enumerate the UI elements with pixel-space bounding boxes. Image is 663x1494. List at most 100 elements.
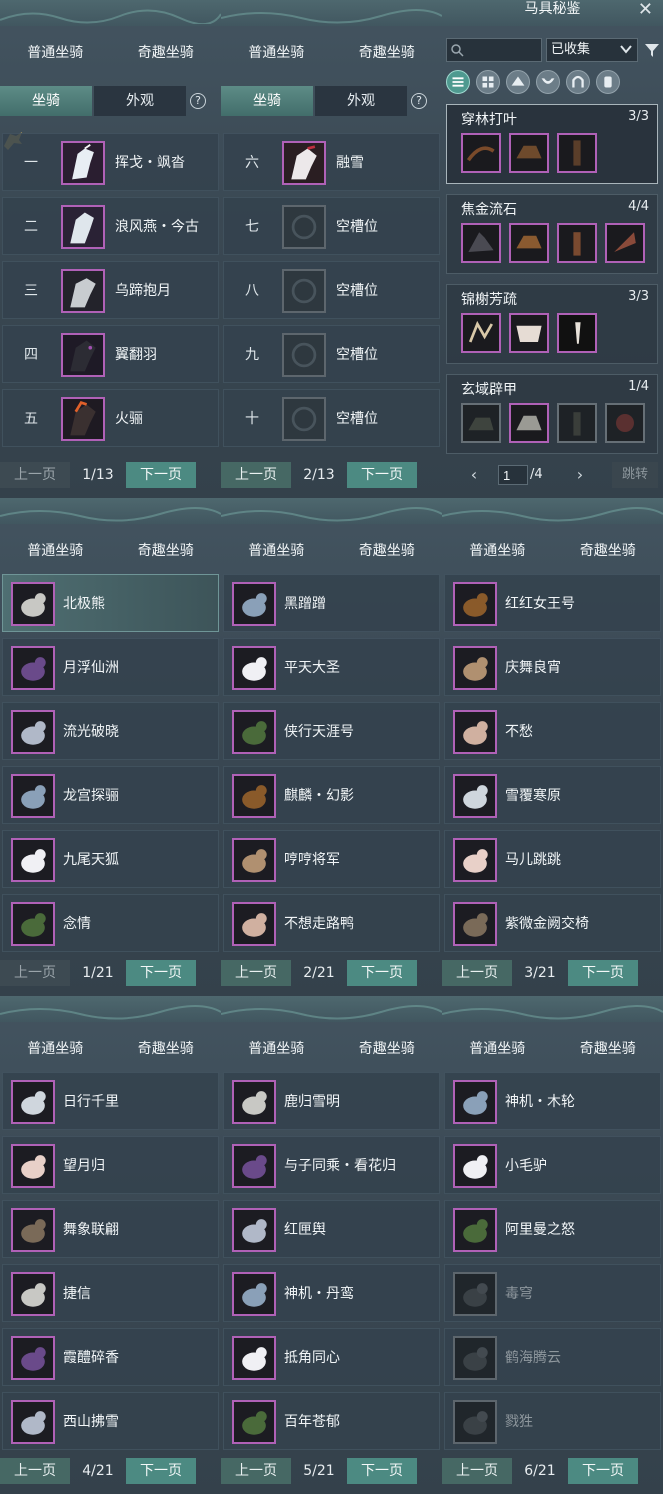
gear-set-card[interactable]: 锦榭芳疏 3/3 xyxy=(446,284,658,364)
tab-normal-mount[interactable]: 普通坐骑 xyxy=(221,1034,332,1064)
gear-item-icon[interactable] xyxy=(557,223,597,263)
mount-list-item[interactable]: 神机・木轮 xyxy=(444,1072,661,1130)
mount-list-item[interactable]: 平天大圣 xyxy=(223,638,440,696)
mount-list-item[interactable]: 九尾天狐 xyxy=(2,830,219,888)
mount-slot-row[interactable]: 四 翼翻羽 xyxy=(2,325,219,383)
prev-page-button[interactable]: 上一页 xyxy=(0,462,70,488)
mount-list-item[interactable]: 红匣舆 xyxy=(223,1200,440,1258)
gear-item-icon[interactable] xyxy=(605,403,645,443)
mount-list-item[interactable]: 红红女王号 xyxy=(444,574,661,632)
mount-list-item[interactable]: 月浮仙洲 xyxy=(2,638,219,696)
mount-list-item[interactable]: 阿里曼之怒 xyxy=(444,1200,661,1258)
mount-slot-row[interactable]: 六 融雪 xyxy=(223,133,440,191)
mount-list-item[interactable]: 北极熊 xyxy=(2,574,219,632)
tab-appearance[interactable]: 外观 xyxy=(94,86,186,116)
gear-item-icon[interactable] xyxy=(461,403,501,443)
gear-item-icon[interactable] xyxy=(461,313,501,353)
page-number-input[interactable] xyxy=(498,465,528,485)
tab-odd-mount[interactable]: 奇趣坐骑 xyxy=(332,536,443,566)
mount-list-item[interactable]: 黑蹭蹭 xyxy=(223,574,440,632)
search-input[interactable] xyxy=(467,41,539,59)
tab-normal-mount[interactable]: 普通坐骑 xyxy=(221,38,332,68)
mount-list-item[interactable]: 望月归 xyxy=(2,1136,219,1194)
gear-set-card[interactable]: 穿林打叶 3/3 xyxy=(446,104,658,184)
mount-list-item[interactable]: 哼哼将军 xyxy=(223,830,440,888)
tab-odd-mount[interactable]: 奇趣坐骑 xyxy=(332,38,443,68)
gear-item-icon[interactable] xyxy=(461,133,501,173)
mount-list-item[interactable]: 紫微金阙交椅 xyxy=(444,894,661,952)
gear-item-icon[interactable] xyxy=(509,223,549,263)
mount-slot-row[interactable]: 八 空槽位 xyxy=(223,261,440,319)
gear-item-icon[interactable] xyxy=(509,403,549,443)
tab-appearance[interactable]: 外观 xyxy=(315,86,407,116)
tab-normal-mount[interactable]: 普通坐骑 xyxy=(221,536,332,566)
prev-page-button[interactable]: 上一页 xyxy=(221,960,291,986)
mount-slot-row[interactable]: 二 浪风燕・今古 xyxy=(2,197,219,255)
tab-odd-mount[interactable]: 奇趣坐骑 xyxy=(553,536,663,566)
mount-list-item[interactable]: 鹤海腾云 xyxy=(444,1328,661,1386)
prev-page-button[interactable]: 上一页 xyxy=(0,1458,70,1484)
tab-normal-mount[interactable]: 普通坐骑 xyxy=(442,1034,553,1064)
mount-slot-row[interactable]: 三 乌蹄抱月 xyxy=(2,261,219,319)
mount-slot-row[interactable]: 七 空槽位 xyxy=(223,197,440,255)
category-all-icon[interactable] xyxy=(446,70,470,94)
next-page-button[interactable]: 下一页 xyxy=(347,1458,417,1484)
tab-odd-mount[interactable]: 奇趣坐骑 xyxy=(332,1034,443,1064)
gear-item-icon[interactable] xyxy=(605,223,645,263)
mount-list-item[interactable]: 戮狌 xyxy=(444,1392,661,1450)
search-box[interactable] xyxy=(446,38,542,62)
category-grid-icon[interactable] xyxy=(476,70,500,94)
mount-list-item[interactable]: 与子同乘・看花归 xyxy=(223,1136,440,1194)
tab-normal-mount[interactable]: 普通坐骑 xyxy=(442,536,553,566)
tab-odd-mount[interactable]: 奇趣坐骑 xyxy=(553,1034,663,1064)
gear-item-icon[interactable] xyxy=(557,313,597,353)
prev-page-button[interactable]: 上一页 xyxy=(221,462,291,488)
mount-list-item[interactable]: 不想走路鸭 xyxy=(223,894,440,952)
prev-page-button[interactable]: 上一页 xyxy=(442,1458,512,1484)
gear-item-icon[interactable] xyxy=(509,133,549,173)
tab-mount[interactable]: 坐骑 xyxy=(0,86,92,116)
mount-list-item[interactable]: 神机・丹鸾 xyxy=(223,1264,440,1322)
mount-list-item[interactable]: 雪覆寒原 xyxy=(444,766,661,824)
mount-list-item[interactable]: 抵角同心 xyxy=(223,1328,440,1386)
next-page-button[interactable]: 下一页 xyxy=(568,960,638,986)
mount-list-item[interactable]: 捷信 xyxy=(2,1264,219,1322)
next-page-button[interactable]: 下一页 xyxy=(568,1458,638,1484)
mount-slot-row[interactable]: 十 空槽位 xyxy=(223,389,440,447)
mount-list-item[interactable]: 侠行天涯号 xyxy=(223,702,440,760)
collection-filter-select[interactable]: 已收集 xyxy=(546,38,638,62)
category-stirrup-icon[interactable] xyxy=(566,70,590,94)
mount-list-item[interactable]: 麒麟・幻影 xyxy=(223,766,440,824)
filter-icon[interactable] xyxy=(644,42,660,58)
category-saddle-icon[interactable] xyxy=(536,70,560,94)
tab-normal-mount[interactable]: 普通坐骑 xyxy=(0,1034,111,1064)
category-head-gear-icon[interactable] xyxy=(506,70,530,94)
tab-odd-mount[interactable]: 奇趣坐骑 xyxy=(111,38,222,68)
gear-set-card[interactable]: 玄域辟甲 1/4 xyxy=(446,374,658,454)
mount-list-item[interactable]: 舞象联翩 xyxy=(2,1200,219,1258)
mount-list-item[interactable]: 霞醴碎香 xyxy=(2,1328,219,1386)
gear-item-icon[interactable] xyxy=(509,313,549,353)
gear-item-icon[interactable] xyxy=(557,133,597,173)
prev-page-arrow[interactable]: ‹ xyxy=(464,462,484,488)
mount-list-item[interactable]: 不愁 xyxy=(444,702,661,760)
mount-list-item[interactable]: 马儿跳跳 xyxy=(444,830,661,888)
prev-page-button[interactable]: 上一页 xyxy=(0,960,70,986)
prev-page-button[interactable]: 上一页 xyxy=(442,960,512,986)
mount-list-item[interactable]: 鹿归雪明 xyxy=(223,1072,440,1130)
close-icon[interactable]: ✕ xyxy=(638,0,653,20)
tab-odd-mount[interactable]: 奇趣坐骑 xyxy=(111,536,222,566)
next-page-button[interactable]: 下一页 xyxy=(126,1458,196,1484)
gear-item-icon[interactable] xyxy=(557,403,597,443)
mount-list-item[interactable]: 毒穹 xyxy=(444,1264,661,1322)
jump-button[interactable]: 跳转 xyxy=(612,462,658,488)
prev-page-button[interactable]: 上一页 xyxy=(221,1458,291,1484)
help-icon[interactable]: ? xyxy=(190,93,206,109)
next-page-arrow[interactable]: › xyxy=(570,462,590,488)
mount-list-item[interactable]: 龙宫探骊 xyxy=(2,766,219,824)
gear-item-icon[interactable] xyxy=(461,223,501,263)
tab-normal-mount[interactable]: 普通坐骑 xyxy=(0,38,111,68)
mount-slot-row[interactable]: 五 火骊 xyxy=(2,389,219,447)
mount-list-item[interactable]: 百年苍郁 xyxy=(223,1392,440,1450)
next-page-button[interactable]: 下一页 xyxy=(126,462,196,488)
